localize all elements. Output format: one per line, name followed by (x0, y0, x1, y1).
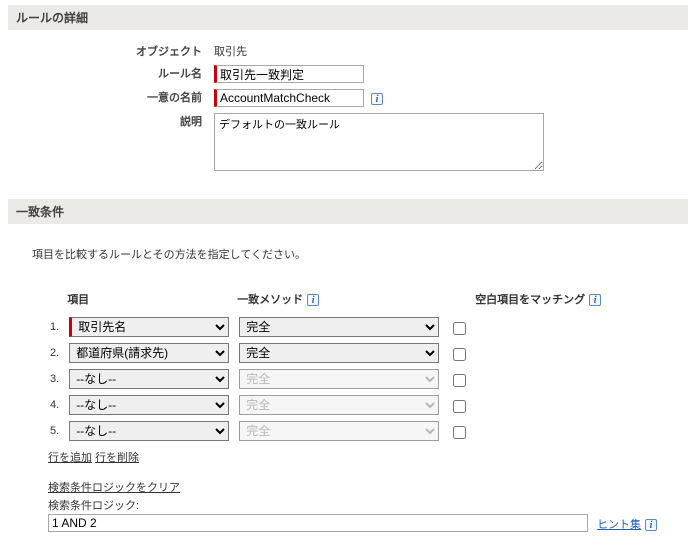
add-row-link[interactable]: 行を追加 (48, 452, 92, 464)
method-select: 完全 (239, 421, 439, 441)
rule-name-label: ルール名 (18, 62, 208, 86)
clear-logic-link[interactable]: 検索条件ロジックをクリア (48, 482, 180, 494)
info-icon[interactable]: i (589, 294, 601, 306)
field-select[interactable]: 取引先名 (69, 317, 229, 337)
object-label: オブジェクト (18, 40, 208, 62)
info-icon[interactable]: i (645, 519, 657, 531)
description-label: 説明 (18, 110, 208, 177)
field-select[interactable]: --なし-- (69, 395, 229, 415)
blank-match-checkbox[interactable] (453, 400, 466, 413)
match-criteria-header: 一致条件 (8, 199, 688, 224)
criteria-row: 4. --なし-- 完全 (46, 393, 607, 417)
row-number: 4. (46, 393, 63, 417)
object-value: 取引先 (208, 40, 550, 62)
row-number: 5. (46, 419, 63, 443)
unique-name-input[interactable] (214, 89, 364, 107)
match-criteria-help: 項目を比較するルールとその方法を指定してください。 (32, 246, 664, 262)
hint-link[interactable]: ヒント集 (597, 519, 641, 531)
criteria-row: 1. 取引先名完全 (46, 315, 607, 339)
rule-details-form: オブジェクト 取引先 ルール名 一意の名前 i 説明 デフォルトの一致ルール (18, 40, 550, 177)
unique-name-label: 一意の名前 (18, 86, 208, 110)
rule-name-input[interactable] (214, 65, 364, 83)
logic-label: 検索条件ロジック: (48, 497, 664, 513)
info-icon[interactable]: i (307, 294, 319, 306)
blank-match-checkbox[interactable] (453, 426, 466, 439)
blank-match-checkbox[interactable] (453, 374, 466, 387)
description-textarea[interactable]: デフォルトの一致ルール (214, 113, 544, 171)
method-select[interactable]: 完全 (239, 343, 439, 363)
criteria-table: 項目 一致メソッドi 空白項目をマッチングi 1.取引先名完全2.都道府県(請求… (44, 286, 609, 445)
col-blank: 空白項目をマッチングi (445, 288, 607, 313)
blank-match-checkbox[interactable] (453, 322, 466, 335)
criteria-row: 5. --なし-- 完全 (46, 419, 607, 443)
info-icon[interactable]: i (371, 93, 383, 105)
rule-details-header: ルールの詳細 (8, 5, 688, 30)
criteria-row: 3. --なし-- 完全 (46, 367, 607, 391)
criteria-row: 2. 都道府県(請求先) 完全 (46, 341, 607, 365)
field-select[interactable]: 都道府県(請求先) (69, 343, 229, 363)
logic-input[interactable] (48, 514, 588, 532)
col-method: 一致メソッドi (235, 288, 443, 313)
row-number: 1. (46, 315, 63, 339)
delete-row-link[interactable]: 行を削除 (95, 452, 139, 464)
method-select[interactable]: 完全 (239, 317, 439, 337)
method-select: 完全 (239, 395, 439, 415)
blank-match-checkbox[interactable] (453, 348, 466, 361)
col-field: 項目 (65, 288, 233, 313)
row-number: 3. (46, 367, 63, 391)
field-select[interactable]: --なし-- (69, 369, 229, 389)
field-select[interactable]: --なし-- (69, 421, 229, 441)
method-select: 完全 (239, 369, 439, 389)
row-number: 2. (46, 341, 63, 365)
